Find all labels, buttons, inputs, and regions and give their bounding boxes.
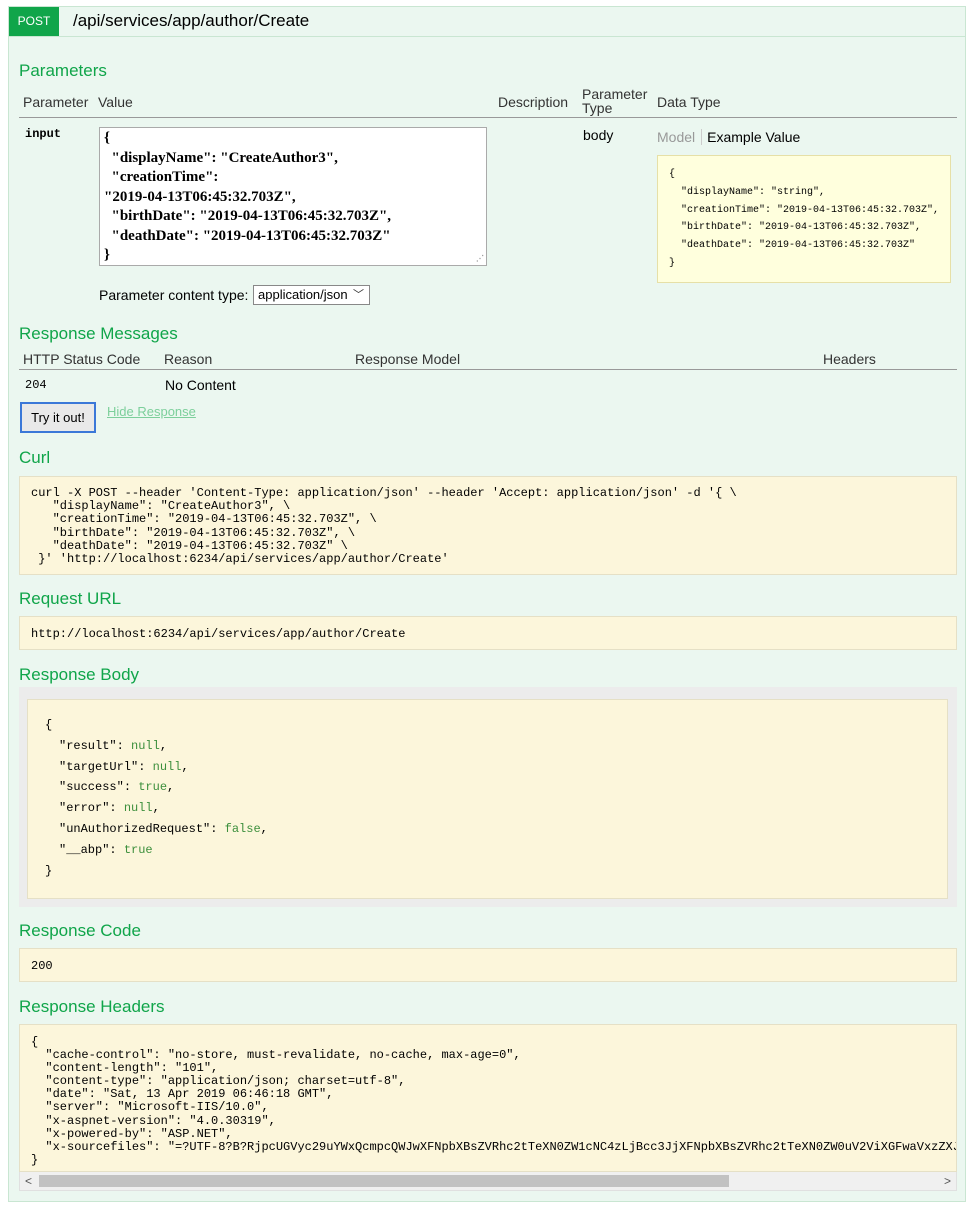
param-value-lines: { "displayName": "CreateAuthor3", "creat… xyxy=(104,129,482,265)
example-line: "creationTime": "2019-04-13T06:45:32.703… xyxy=(669,204,940,216)
response-header-line: "x-sourcefiles": "=?UTF-8?B?RjpcUGVyc29u… xyxy=(45,1139,956,1154)
curl-line: "birthDate": "2019-04-13T06:45:32.703Z",… xyxy=(31,525,356,540)
response-body-wrapper: { "result": null, "targetUrl": null, "succe… xyxy=(19,687,957,907)
example-value-box[interactable]: { "displayName": "string", "creationTime… xyxy=(657,155,951,283)
scrollbar-thumb[interactable] xyxy=(39,1175,729,1187)
response-messages-divider xyxy=(19,369,957,370)
json-value: null xyxy=(152,759,182,774)
col-value: Value xyxy=(98,94,133,110)
response-code-title: Response Code xyxy=(19,921,141,940)
param-value-line: "birthDate": "2019-04-13T06:45:32.703Z", xyxy=(104,208,392,224)
request-url-title: Request URL xyxy=(19,589,122,608)
json-entry: "__abp": true xyxy=(59,842,153,857)
response-headers-title: Response Headers xyxy=(19,997,165,1016)
response-header-line: "x-powered-by": "ASP.NET", xyxy=(31,1126,233,1141)
col-reason: Reason xyxy=(164,351,213,367)
content-type-label: Parameter content type: xyxy=(99,287,249,303)
param-value-line: } xyxy=(104,247,110,263)
json-separator: , xyxy=(260,821,268,836)
endpoint-path[interactable]: /api/services/app/author/Create xyxy=(73,11,309,31)
http-method-badge: POST xyxy=(9,7,59,36)
response-header-line: "x-aspnet-version": "4.0.30319", xyxy=(31,1113,276,1128)
json-entry: "error": null, xyxy=(59,801,160,816)
response-messages-title: Response Messages xyxy=(19,324,178,343)
json-entry: "targetUrl": null, xyxy=(59,759,189,774)
tab-example-value[interactable]: Example Value xyxy=(702,129,800,145)
col-headers: Headers xyxy=(823,351,876,367)
curl-title: Curl xyxy=(19,448,51,467)
param-value-line: "deathDate": "2019-04-13T06:45:32.703Z" xyxy=(104,227,391,244)
tab-model[interactable]: Model xyxy=(657,129,703,145)
json-key: "targetUrl" xyxy=(59,759,139,774)
hide-response-link[interactable]: Hide Response xyxy=(107,404,196,419)
response-body-title: Response Body xyxy=(19,665,140,684)
json-brace-close: } xyxy=(45,863,53,878)
json-value: false xyxy=(224,821,261,836)
json-separator: , xyxy=(159,738,168,753)
col-parameter-type-line1: Parameter xyxy=(582,86,648,102)
col-response-model: Response Model xyxy=(355,351,461,367)
chevron-down-icon: ﹀ xyxy=(353,289,364,301)
json-brace-open: { xyxy=(45,718,53,732)
json-value: null xyxy=(131,738,160,753)
curl-command-box[interactable]: curl -X POST --header 'Content-Type: app… xyxy=(19,476,957,575)
endpoint-header[interactable]: POST /api/services/app/author/Create xyxy=(9,7,965,37)
scroll-left-icon[interactable]: < xyxy=(25,1173,32,1189)
json-separator: , xyxy=(181,759,189,774)
content-type-value: application/json xyxy=(258,287,348,302)
try-it-out-button[interactable]: Try it out! xyxy=(20,402,96,433)
col-parameter: Parameter xyxy=(23,94,89,110)
data-type-tabs: Model Example Value xyxy=(657,129,800,145)
json-entry: "unAuthorizedRequest": false, xyxy=(59,821,268,836)
example-line: { xyxy=(669,169,676,180)
param-value-line: "displayName": "CreateAuthor3", xyxy=(104,149,338,166)
response-header-line: "server": "Microsoft-IIS/10.0", xyxy=(31,1100,269,1115)
json-entry: "result": null, xyxy=(59,738,168,753)
example-line: "displayName": "string", xyxy=(669,186,826,198)
json-separator: , xyxy=(167,780,175,795)
param-value-textarea[interactable]: { "displayName": "CreateAuthor3", "creat… xyxy=(99,127,487,266)
param-value-line: "creationTime": xyxy=(104,169,219,185)
json-entry: "success": true, xyxy=(59,780,175,795)
status-reason: No Content xyxy=(165,377,236,393)
json-key: "error" xyxy=(59,801,110,816)
response-code-box[interactable]: 200 xyxy=(19,948,957,982)
resize-grip-icon[interactable]: ⋰ xyxy=(476,255,484,263)
parameters-title: Parameters xyxy=(19,61,107,80)
col-description: Description xyxy=(498,94,569,110)
response-header-line: } xyxy=(31,1152,39,1167)
json-value: null xyxy=(123,801,153,816)
json-key: "unAuthorizedRequest" xyxy=(59,821,211,836)
example-line: "birthDate": "2019-04-13T06:45:32.703Z", xyxy=(669,222,922,234)
curl-line: }' 'http://localhost:6234/api/services/a… xyxy=(31,552,449,567)
json-value: true xyxy=(138,780,168,795)
scroll-right-icon[interactable]: > xyxy=(944,1173,951,1189)
json-key: "success" xyxy=(59,780,124,795)
param-type: body xyxy=(583,127,614,143)
param-value-line: "2019-04-13T06:45:32.703Z", xyxy=(104,188,296,205)
param-name: input xyxy=(25,127,62,141)
curl-line: "creationTime": "2019-04-13T06:45:32.703… xyxy=(31,512,377,527)
example-line: } xyxy=(669,257,676,269)
param-value-line: { xyxy=(104,130,110,146)
content-type-select[interactable]: application/json ﹀ xyxy=(253,285,370,305)
col-data-type: Data Type xyxy=(657,94,721,110)
endpoint-panel: POST /api/services/app/author/Create Par… xyxy=(8,6,966,1202)
status-code-204: 204 xyxy=(25,378,47,392)
json-key: "__abp" xyxy=(59,842,110,857)
json-value: true xyxy=(123,842,153,857)
example-line: "deathDate": "2019-04-13T06:45:32.703Z" xyxy=(669,240,916,252)
json-key: "result" xyxy=(59,738,117,753)
json-separator: , xyxy=(152,801,160,816)
horizontal-scrollbar[interactable]: < > xyxy=(19,1172,957,1191)
col-http-status-code: HTTP Status Code xyxy=(23,351,141,367)
request-url-box[interactable]: http://localhost:6234/api/services/app/a… xyxy=(19,616,957,650)
response-body-box[interactable]: { "result": null, "targetUrl": null, "succe… xyxy=(27,699,948,899)
parameters-divider xyxy=(19,117,957,118)
col-parameter-type: Parameter Type xyxy=(582,87,647,115)
response-headers-box[interactable]: { "cache-control": "no-store, must-reval… xyxy=(19,1024,957,1172)
col-parameter-type-line2: Type xyxy=(582,100,613,116)
